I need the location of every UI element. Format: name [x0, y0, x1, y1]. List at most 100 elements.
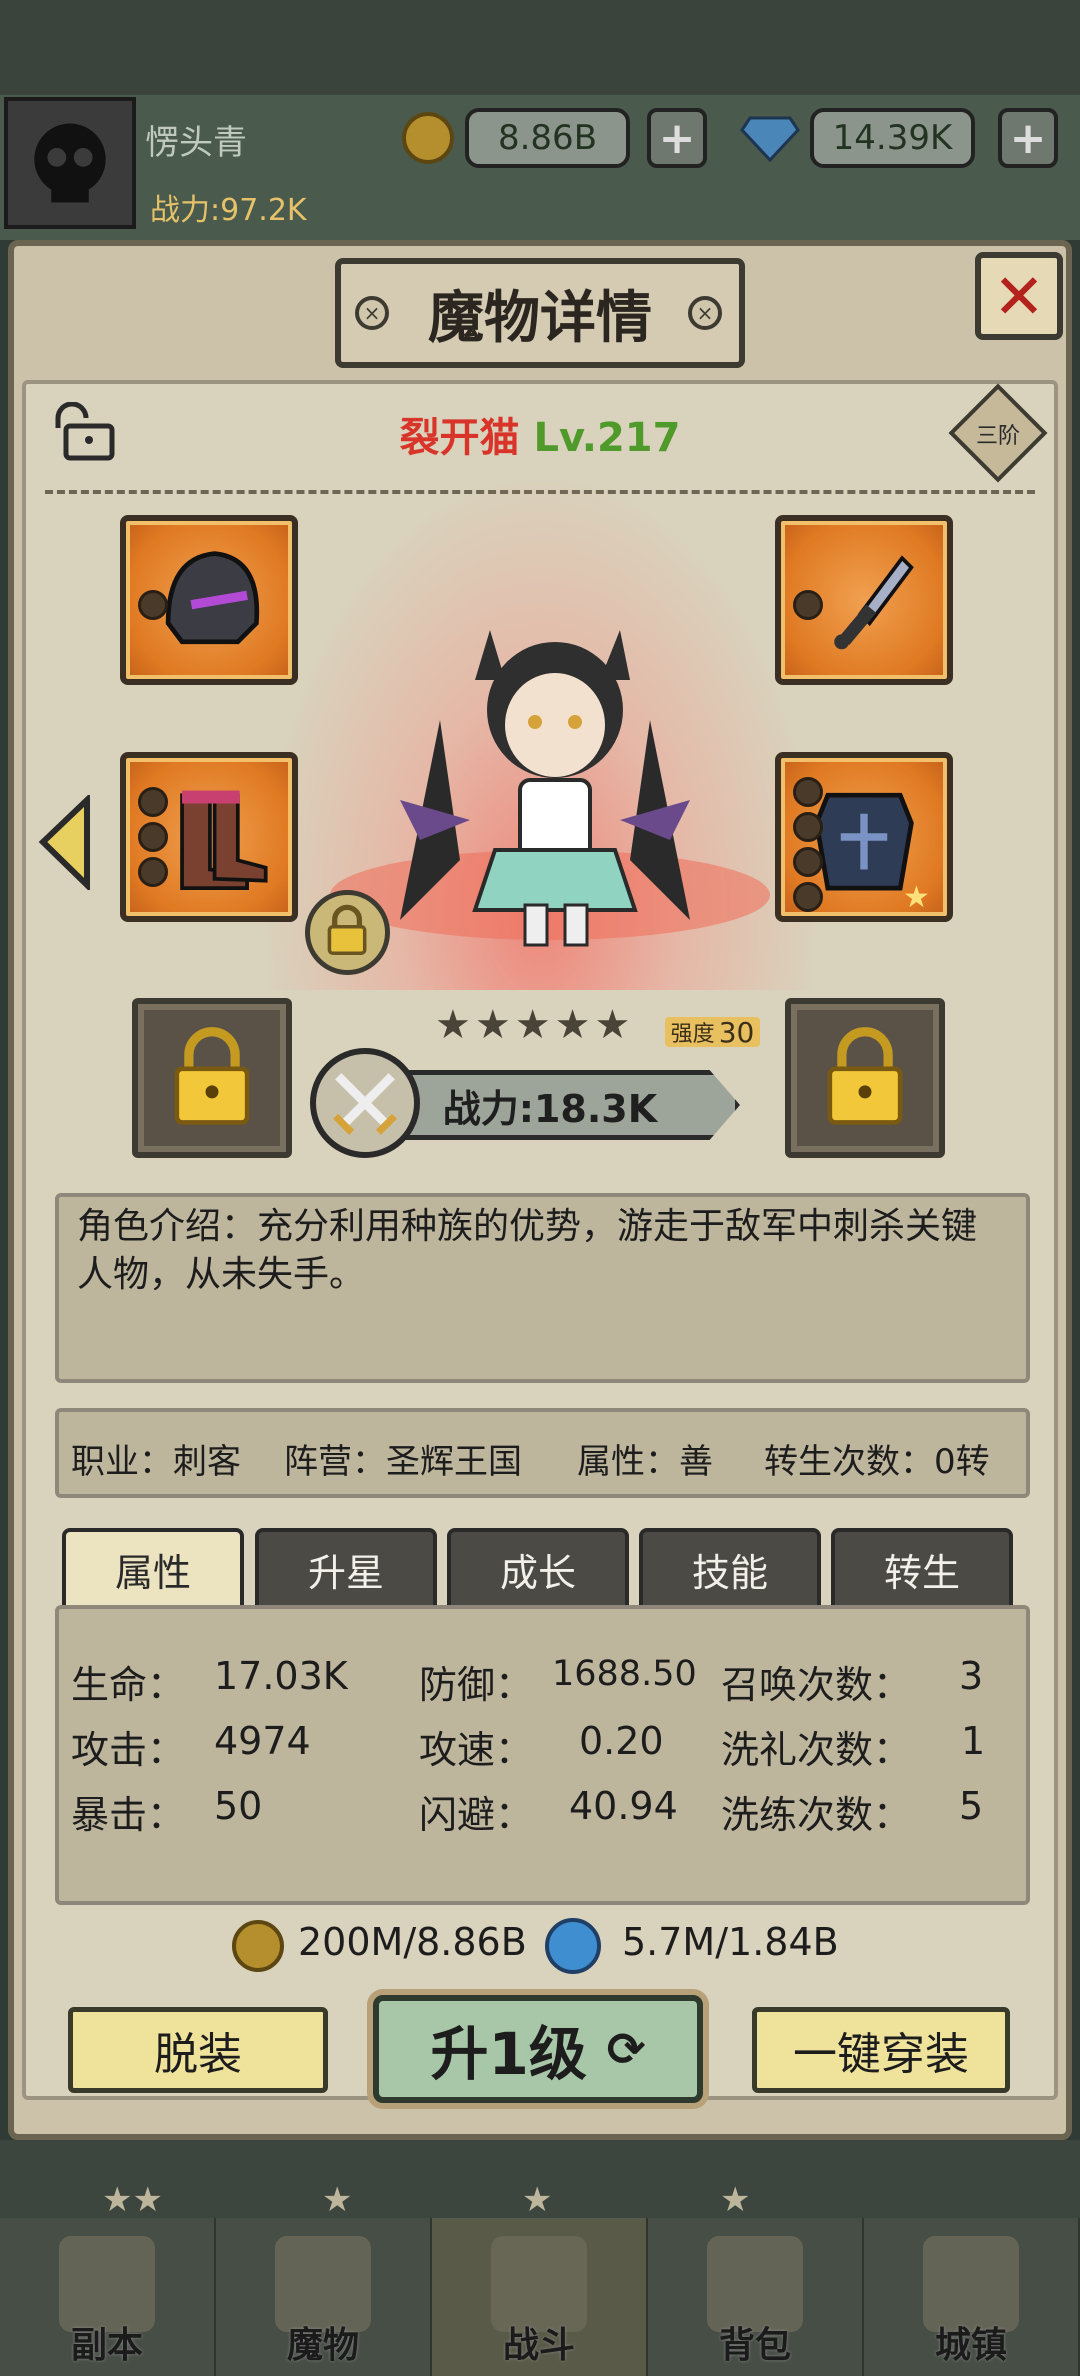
dialog-title: 魔物详情 — [335, 258, 745, 368]
stat-summon-label: 召唤次数： — [721, 1663, 912, 1707]
stat-dodge-label: 闪避： — [419, 1793, 534, 1837]
lock-icon — [827, 1027, 903, 1125]
gold-amount: 8.86B — [465, 108, 630, 168]
crossed-swords-icon — [310, 1048, 420, 1158]
locked-slot-left[interactable] — [132, 998, 292, 1158]
nav-town-label: 城镇 — [934, 2325, 1007, 2366]
gem-socket — [138, 590, 168, 620]
equip-all-button[interactable]: 一键穿装 — [752, 2007, 1010, 2093]
nav-bag[interactable]: 背包 — [648, 2218, 864, 2376]
stat-baptism-value: 1 — [961, 1719, 986, 1763]
player-avatar[interactable] — [4, 97, 136, 229]
tab-star-up[interactable]: 升星 — [255, 1528, 437, 1606]
gold-coin-icon — [232, 1920, 284, 1972]
strength-label: 强度 — [670, 1022, 715, 1047]
gold-coin-icon — [402, 112, 454, 164]
rebirth-info: 转生次数：0转 — [764, 1442, 990, 1482]
stat-def-label: 防御： — [419, 1663, 534, 1707]
monster-title: 裂开猫 Lv.217 — [0, 405, 1080, 463]
bolt-icon: × — [688, 296, 722, 330]
gem-socket — [793, 812, 823, 842]
tab-rebirth[interactable]: 转生 — [831, 1528, 1013, 1606]
attribute-info: 属性：善 — [577, 1442, 713, 1482]
stat-atk-value: 4974 — [214, 1719, 311, 1763]
nav-monsters-label: 魔物 — [286, 2325, 359, 2366]
upgrade-button[interactable]: 升1级 ⟳ — [373, 1995, 703, 2103]
character-description: 角色介绍：充分利用种族的优势，游走于敌军中刺杀关键人物，从未失手。 — [55, 1193, 1030, 1383]
stat-atk-label: 攻击： — [71, 1728, 186, 1772]
lock-icon — [327, 904, 367, 955]
previous-monster-arrow[interactable] — [35, 792, 95, 893]
strength-badge: 强度 30 — [665, 1015, 760, 1049]
nav-dungeon[interactable]: 副本 — [0, 2218, 216, 2376]
gem-socket — [793, 882, 823, 912]
nav-bag-label: 背包 — [718, 2325, 791, 2366]
stat-def-value: 1688.50 — [552, 1654, 697, 1694]
lock-icon — [174, 1027, 250, 1125]
stat-summon-value: 3 — [959, 1654, 984, 1698]
tab-growth[interactable]: 成长 — [447, 1528, 629, 1606]
close-button[interactable]: ✕ — [975, 252, 1063, 340]
bolt-icon: × — [355, 296, 389, 330]
bottom-navigation: 副本 魔物 战斗 背包 城镇 — [0, 2218, 1080, 2376]
tier-label: 三阶 — [975, 424, 1020, 449]
stat-crit-label: 暴击： — [71, 1793, 186, 1837]
star-icon: ★ — [720, 2180, 751, 2220]
unequip-button[interactable]: 脱装 — [68, 2007, 328, 2093]
stat-refine-value: 5 — [959, 1784, 984, 1828]
star-icon: ★ — [522, 2180, 553, 2220]
star-rating: ★ ★ ★ ★ ★ — [435, 1005, 655, 1045]
upgrade-costs: 200M/8.86B 5.7M/1.84B — [0, 1915, 1080, 1975]
add-diamond-button[interactable]: + — [998, 108, 1058, 168]
star-icon: ★ — [903, 880, 930, 915]
star-icon: ★ — [474, 1002, 511, 1048]
star-icon: ★ — [594, 1002, 631, 1048]
camp-info: 阵营：圣辉王国 — [284, 1442, 522, 1482]
tab-skills[interactable]: 技能 — [639, 1528, 821, 1606]
stat-dodge-value: 40.94 — [569, 1784, 678, 1828]
stat-spd-label: 攻速： — [419, 1728, 534, 1772]
add-gold-button[interactable]: + — [647, 108, 707, 168]
star-icon: ★ — [554, 1002, 591, 1048]
gem-socket — [138, 787, 168, 817]
strength-value: 30 — [718, 1015, 755, 1049]
gold-cost: 200M/8.86B — [298, 1920, 527, 1964]
orb-icon — [545, 1918, 601, 1974]
nav-battle-label: 战斗 — [502, 2325, 575, 2366]
refresh-icon: ⟳ — [606, 2022, 646, 2076]
stat-hp-value: 17.03K — [214, 1654, 348, 1698]
diamond-amount: 14.39K — [810, 108, 975, 168]
skull-icon — [34, 123, 106, 203]
stat-crit-value: 50 — [214, 1784, 263, 1828]
tab-attributes[interactable]: 属性 — [62, 1528, 244, 1606]
orb-cost: 5.7M/1.84B — [622, 1920, 839, 1964]
nav-monsters[interactable]: 魔物 — [216, 2218, 432, 2376]
stats-panel: 生命： 17.03K 攻击： 4974 暴击： 50 防御： 1688.50 攻… — [55, 1605, 1030, 1905]
star-icon: ★★ — [102, 2180, 163, 2220]
gem-socket — [793, 777, 823, 807]
background-scene — [0, 0, 1080, 95]
lock-toggle[interactable] — [305, 890, 390, 975]
stat-baptism-label: 洗礼次数： — [721, 1728, 912, 1772]
stat-refine-label: 洗练次数： — [721, 1793, 912, 1837]
job-info: 职业：刺客 — [71, 1442, 241, 1482]
monster-character-image — [380, 600, 710, 950]
player-power: 战力:97.2K — [150, 193, 307, 228]
gem-socket — [138, 822, 168, 852]
diamond-icon — [740, 116, 800, 163]
nav-dungeon-label: 副本 — [70, 2325, 143, 2366]
star-icon: ★ — [435, 1002, 471, 1048]
nav-town[interactable]: 城镇 — [864, 2218, 1080, 2376]
star-icon: ★ — [514, 1002, 551, 1048]
gem-socket — [793, 590, 823, 620]
gem-socket — [793, 847, 823, 877]
locked-slot-right[interactable] — [785, 998, 945, 1158]
monster-level: Lv.217 — [533, 415, 681, 461]
monster-name: 裂开猫 — [399, 415, 520, 461]
nav-battle[interactable]: 战斗 — [432, 2218, 648, 2376]
stat-spd-value: 0.20 — [579, 1719, 664, 1763]
gem-socket — [138, 857, 168, 887]
player-name: 愣头青 — [145, 123, 247, 163]
upgrade-label: 升1级 — [430, 2020, 587, 2088]
stat-hp-label: 生命： — [71, 1663, 186, 1707]
